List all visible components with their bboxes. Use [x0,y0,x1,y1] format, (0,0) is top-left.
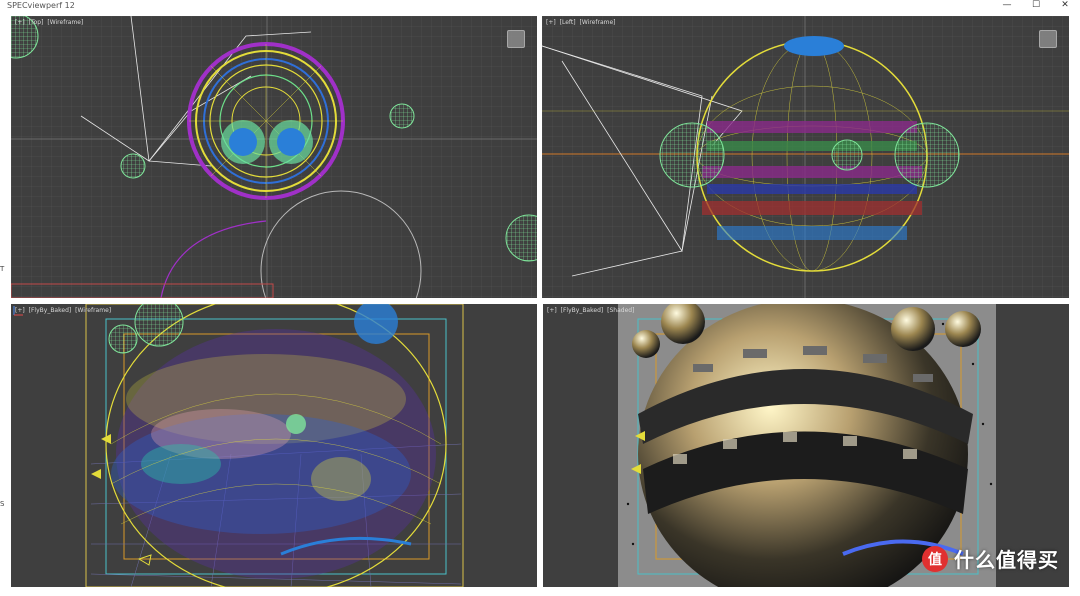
viewport-flyby-wireframe[interactable]: [+] [FlyBy_Baked] [Wireframe] [11,304,537,587]
viewport-view-name[interactable]: [FlyBy_Baked] [29,307,72,314]
viewport-left[interactable]: [+] [Left] [Wireframe] [542,16,1069,298]
watermark: 值 什么值得买 [922,544,1059,573]
wireframe-scene [542,16,1069,298]
close-icon[interactable]: ✕ [1050,0,1080,11]
window-titlebar: SPECviewperf 12 — ☐ ✕ [0,0,1080,11]
wireframe-scene [85,304,464,587]
viewport-view-name[interactable]: [Top] [29,19,44,26]
viewport-top[interactable]: [+] [Top] [Wireframe] [11,16,537,298]
watermark-badge-icon: 值 [922,545,948,572]
viewport-view-name[interactable]: [FlyBy_Baked] [561,307,604,314]
watermark-text: 什么值得买 [954,548,1059,572]
edge-mark: T [0,265,5,273]
minimize-icon[interactable]: — [992,0,1022,11]
viewport-shading-mode[interactable]: [Wireframe] [580,19,616,26]
viewport-shading-mode[interactable]: [Wireframe] [47,19,83,26]
navigation-cube-icon[interactable] [507,30,525,48]
viewport-plus-menu[interactable]: [+] [546,19,556,26]
window-title: SPECviewperf 12 [7,1,75,10]
axis-gizmo-icon [13,306,23,316]
edge-mark: S [0,500,5,508]
viewport-view-name[interactable]: [Left] [560,19,576,26]
maximize-icon[interactable]: ☐ [1021,0,1051,11]
viewport-label[interactable]: [+] [Top] [Wireframe] [15,19,85,26]
viewport-label[interactable]: [+] [FlyBy_Baked] [Wireframe] [15,307,113,314]
viewport-label[interactable]: [+] [FlyBy_Baked] [Shaded] [547,307,636,314]
viewport-shading-mode[interactable]: [Wireframe] [75,307,111,314]
viewport-plus-menu[interactable]: [+] [15,19,25,26]
viewport-plus-menu[interactable]: [+] [547,307,557,314]
viewport-flyby-shaded[interactable]: [+] [FlyBy_Baked] [Shaded] 值 什么值得买 [543,304,1069,587]
viewport-label[interactable]: [+] [Left] [Wireframe] [546,19,618,26]
navigation-cube-icon[interactable] [1039,30,1057,48]
viewport-shading-mode[interactable]: [Shaded] [607,307,634,314]
wireframe-scene [11,16,537,298]
